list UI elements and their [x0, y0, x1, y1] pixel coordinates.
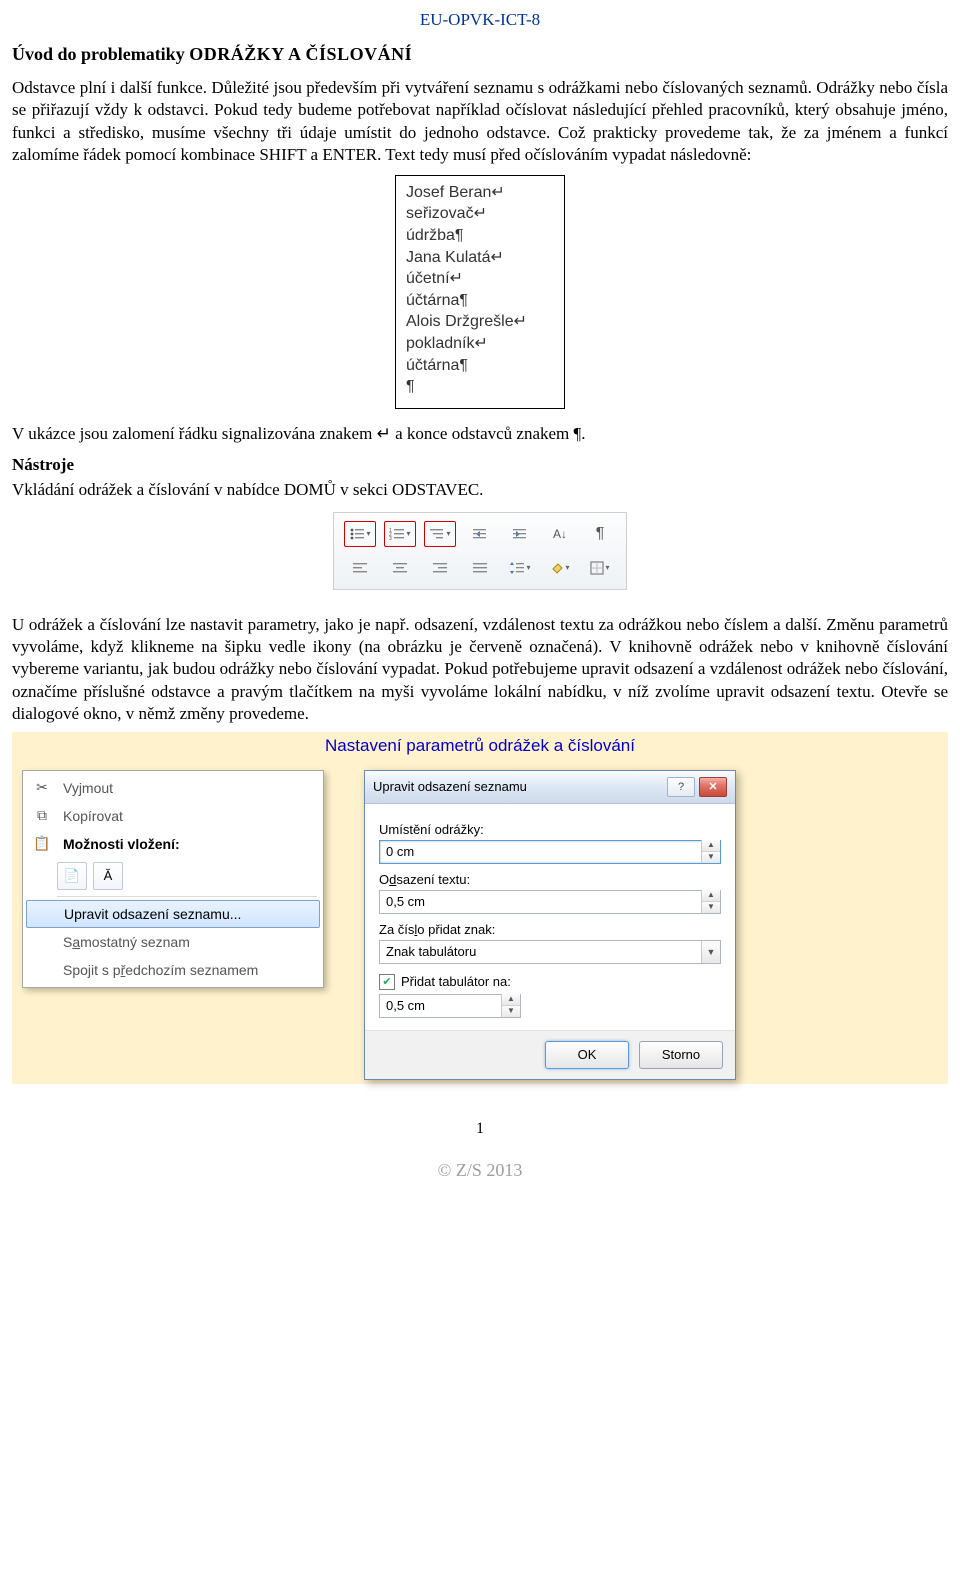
- copy-icon: ⧉: [31, 807, 53, 825]
- sample-line: pokladník↵: [406, 333, 546, 355]
- paste-option-text-only[interactable]: Ă: [93, 862, 123, 890]
- title-prefix: Úvod do problematiky: [12, 44, 189, 64]
- label-text-indent: Odsazení textu:: [379, 872, 721, 887]
- spinner[interactable]: ▲▼: [701, 840, 720, 863]
- input-text-indent[interactable]: 0,5 cm ▲▼: [379, 890, 721, 914]
- sample-line: seřizovač↵: [406, 203, 546, 225]
- blank-icon: [32, 905, 54, 923]
- sample-line: Jana Kulatá↵: [406, 247, 546, 269]
- ctx-cut[interactable]: ✂ Vyjmout: [23, 774, 323, 802]
- align-right-button[interactable]: [423, 554, 457, 582]
- ctx-adjust-indent[interactable]: Upravit odsazení seznamu...: [26, 900, 320, 928]
- paragraph-2: V ukázce jsou zalomení řádku signalizová…: [12, 423, 948, 445]
- adjust-indent-dialog: Upravit odsazení seznamu ? ✕ Umístění od…: [364, 770, 736, 1080]
- paragraph-ribbon-group: ▾ 123▾ ▾ A↓ ¶ ▾ ▾ ▾: [333, 512, 627, 590]
- align-justify-button[interactable]: [463, 554, 497, 582]
- paragraph-1: Odstavce plní i další funkce. Důležité j…: [12, 77, 948, 167]
- borders-button[interactable]: ▾: [583, 554, 617, 582]
- title-caps: ODRÁŽKY A ČÍSLOVÁNÍ: [189, 44, 412, 64]
- ctx-paste-options-header: 📋 Možnosti vložení:: [23, 830, 323, 858]
- text-sample-box: Josef Beran↵ seřizovač↵ údržba¶ Jana Kul…: [395, 175, 565, 409]
- sample-line: Alois Držgrešle↵: [406, 311, 546, 333]
- sample-line: účetní↵: [406, 268, 546, 290]
- menu-domu: DOMŮ: [284, 480, 336, 499]
- close-button[interactable]: ✕: [699, 777, 727, 797]
- numbering-button[interactable]: 123▾: [383, 520, 417, 548]
- label-after-number: Za číslo přidat znak:: [379, 922, 721, 937]
- page-title: Úvod do problematiky ODRÁŽKY A ČÍSLOVÁNÍ: [12, 44, 948, 65]
- paste-option-keep-formatting[interactable]: 📄: [57, 862, 87, 890]
- help-button[interactable]: ?: [667, 777, 695, 797]
- bullets-button[interactable]: ▾: [343, 520, 377, 548]
- tools-sentence: Vkládání odrážek a číslování v nabídce D…: [12, 479, 948, 501]
- paragraph-2b: a konce odstavců znakem ¶.: [391, 424, 586, 443]
- scissors-icon: ✂: [31, 779, 53, 797]
- increase-indent-button[interactable]: [503, 520, 537, 548]
- sort-button[interactable]: A↓: [543, 520, 577, 548]
- checkbox-add-tab[interactable]: ✔: [379, 974, 395, 990]
- select-after-number[interactable]: Znak tabulátoru ▼: [379, 940, 721, 964]
- multilevel-list-button[interactable]: ▾: [423, 520, 457, 548]
- dialog-titlebar: Upravit odsazení seznamu ? ✕: [365, 771, 735, 804]
- document-header-code: EU-OPVK-ICT-8: [12, 10, 948, 30]
- spinner[interactable]: ▲▼: [501, 994, 520, 1017]
- decrease-indent-button[interactable]: [463, 520, 497, 548]
- footer-copyright: © Z/S 2013: [12, 1160, 948, 1181]
- ok-button[interactable]: OK: [545, 1041, 629, 1069]
- clipboard-icon: 📋: [31, 835, 53, 853]
- dialog-title-text: Upravit odsazení seznamu: [373, 779, 527, 794]
- sample-line: účtárna¶: [406, 355, 546, 377]
- label-add-tab: Přidat tabulátor na:: [401, 974, 511, 989]
- svg-text:3: 3: [389, 536, 392, 541]
- input-bullet-position[interactable]: 0 cm ▲▼: [379, 840, 721, 864]
- spinner[interactable]: ▲▼: [701, 890, 720, 913]
- page-number: 1: [12, 1120, 948, 1138]
- subheading-tools: Nástroje: [12, 455, 948, 475]
- align-center-button[interactable]: [383, 554, 417, 582]
- paragraph-3: U odrážek a číslování lze nastavit param…: [12, 614, 948, 726]
- input-tab-position[interactable]: 0,5 cm ▲▼: [379, 994, 521, 1018]
- paragraph-2a: V ukázce jsou zalomení řádku signalizová…: [12, 424, 377, 443]
- sample-line: údržba¶: [406, 225, 546, 247]
- sample-line: účtárna¶: [406, 290, 546, 312]
- align-left-button[interactable]: [343, 554, 377, 582]
- sample-line: Josef Beran↵: [406, 182, 546, 204]
- line-spacing-button[interactable]: ▾: [503, 554, 537, 582]
- show-marks-button[interactable]: ¶: [583, 520, 617, 548]
- label-bullet-position: Umístění odrážky:: [379, 822, 721, 837]
- shading-button[interactable]: ▾: [543, 554, 577, 582]
- sample-line: ¶: [406, 376, 546, 398]
- chevron-down-icon: ▼: [701, 941, 720, 963]
- menu-odstavec: ODSTAVEC: [392, 480, 479, 499]
- ctx-standalone-list[interactable]: Samostatný seznam: [23, 928, 323, 956]
- ctx-join-previous[interactable]: Spojit s předchozím seznamem: [23, 956, 323, 984]
- context-menu: ✂ Vyjmout ⧉ Kopírovat 📋 Možnosti vložení…: [22, 770, 324, 988]
- menu-separator: [57, 896, 317, 897]
- settings-caption: Nastavení parametrů odrážek a číslování: [12, 732, 948, 760]
- cancel-button[interactable]: Storno: [639, 1041, 723, 1069]
- ctx-copy[interactable]: ⧉ Kopírovat: [23, 802, 323, 830]
